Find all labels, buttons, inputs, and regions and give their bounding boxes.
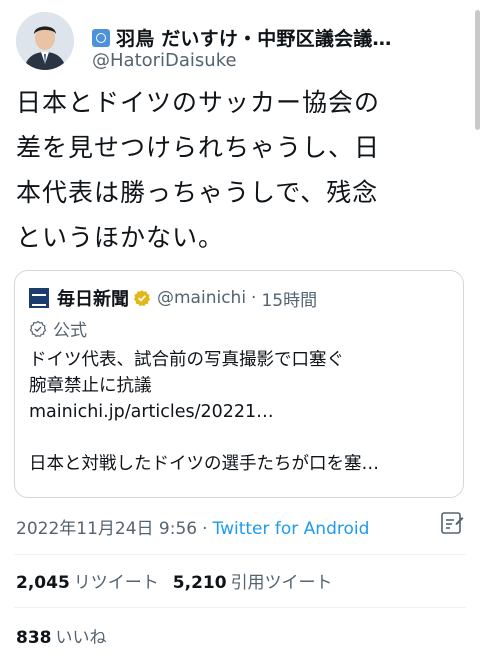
quoted-author-handle: @mainichi	[157, 288, 247, 308]
likes-stat[interactable]: 838 いいね	[16, 623, 121, 648]
quoted-tweet-header: 毎日新聞 @mainichi · 15時間	[29, 285, 317, 311]
tweet-timestamp[interactable]: 2022年11月24日 9:56	[16, 519, 197, 539]
notes-icon[interactable]	[440, 509, 464, 535]
scrollbar[interactable]	[475, 10, 480, 130]
tweet-source-link[interactable]: Twitter for Android	[213, 519, 370, 539]
tweet-meta: 2022年11月24日 9:56 · Twitter for Android	[16, 514, 369, 539]
quoted-tweet-body: ドイツ代表、試合前の写真撮影で口塞ぐ 腕章禁止に抗議 mainichi.jp/a…	[29, 350, 379, 474]
mainichi-logo-icon	[29, 288, 49, 308]
quoted-tweet-time: 15時間	[261, 290, 318, 311]
quotes-label: 引用ツイート	[230, 573, 333, 593]
retweets-label: リツイート	[73, 573, 159, 593]
author-display-name[interactable]: 羽鳥 だいすけ・中野区議会議…	[116, 24, 392, 51]
author-handle[interactable]: @HatoriDaisuke	[92, 50, 237, 71]
engagement-stats: 2,045 リツイート 5,210 引用ツイート	[16, 568, 347, 593]
quote-count: 5,210	[172, 573, 227, 593]
quoted-author-name: 毎日新聞	[57, 289, 129, 310]
quotes-stat[interactable]: 5,210 引用ツイート	[173, 573, 347, 593]
avatar-photo	[16, 12, 74, 70]
un-flag-icon	[92, 28, 110, 47]
retweets-stat[interactable]: 2,045 リツイート	[16, 573, 173, 593]
avatar[interactable]	[16, 12, 74, 70]
tweet-text: 日本とドイツのサッカー協会の 差を見せつけられちゃうし、日 本代表は勝っちゃうし…	[16, 88, 381, 252]
separator-dot: ·	[251, 288, 257, 308]
retweet-count: 2,045	[16, 573, 70, 593]
like-count: 838	[16, 628, 52, 648]
official-check-icon	[29, 320, 47, 337]
separator-dot: ·	[202, 519, 208, 539]
author-name-row[interactable]: 羽鳥 だいすけ・中野区議会議…	[92, 24, 462, 51]
tweet-header: 羽鳥 だいすけ・中野区議会議… @HatoriDaisuke	[16, 12, 462, 74]
likes-label: いいね	[55, 628, 107, 648]
official-label-row: 公式	[29, 316, 87, 341]
verified-badge-icon	[133, 290, 151, 307]
divider	[14, 554, 466, 555]
quoted-tweet-card[interactable]: 毎日新聞 @mainichi · 15時間 公式 ドイツ代表、試合前の写真撮影で…	[14, 270, 464, 498]
divider	[14, 607, 466, 608]
official-label: 公式	[53, 321, 87, 341]
